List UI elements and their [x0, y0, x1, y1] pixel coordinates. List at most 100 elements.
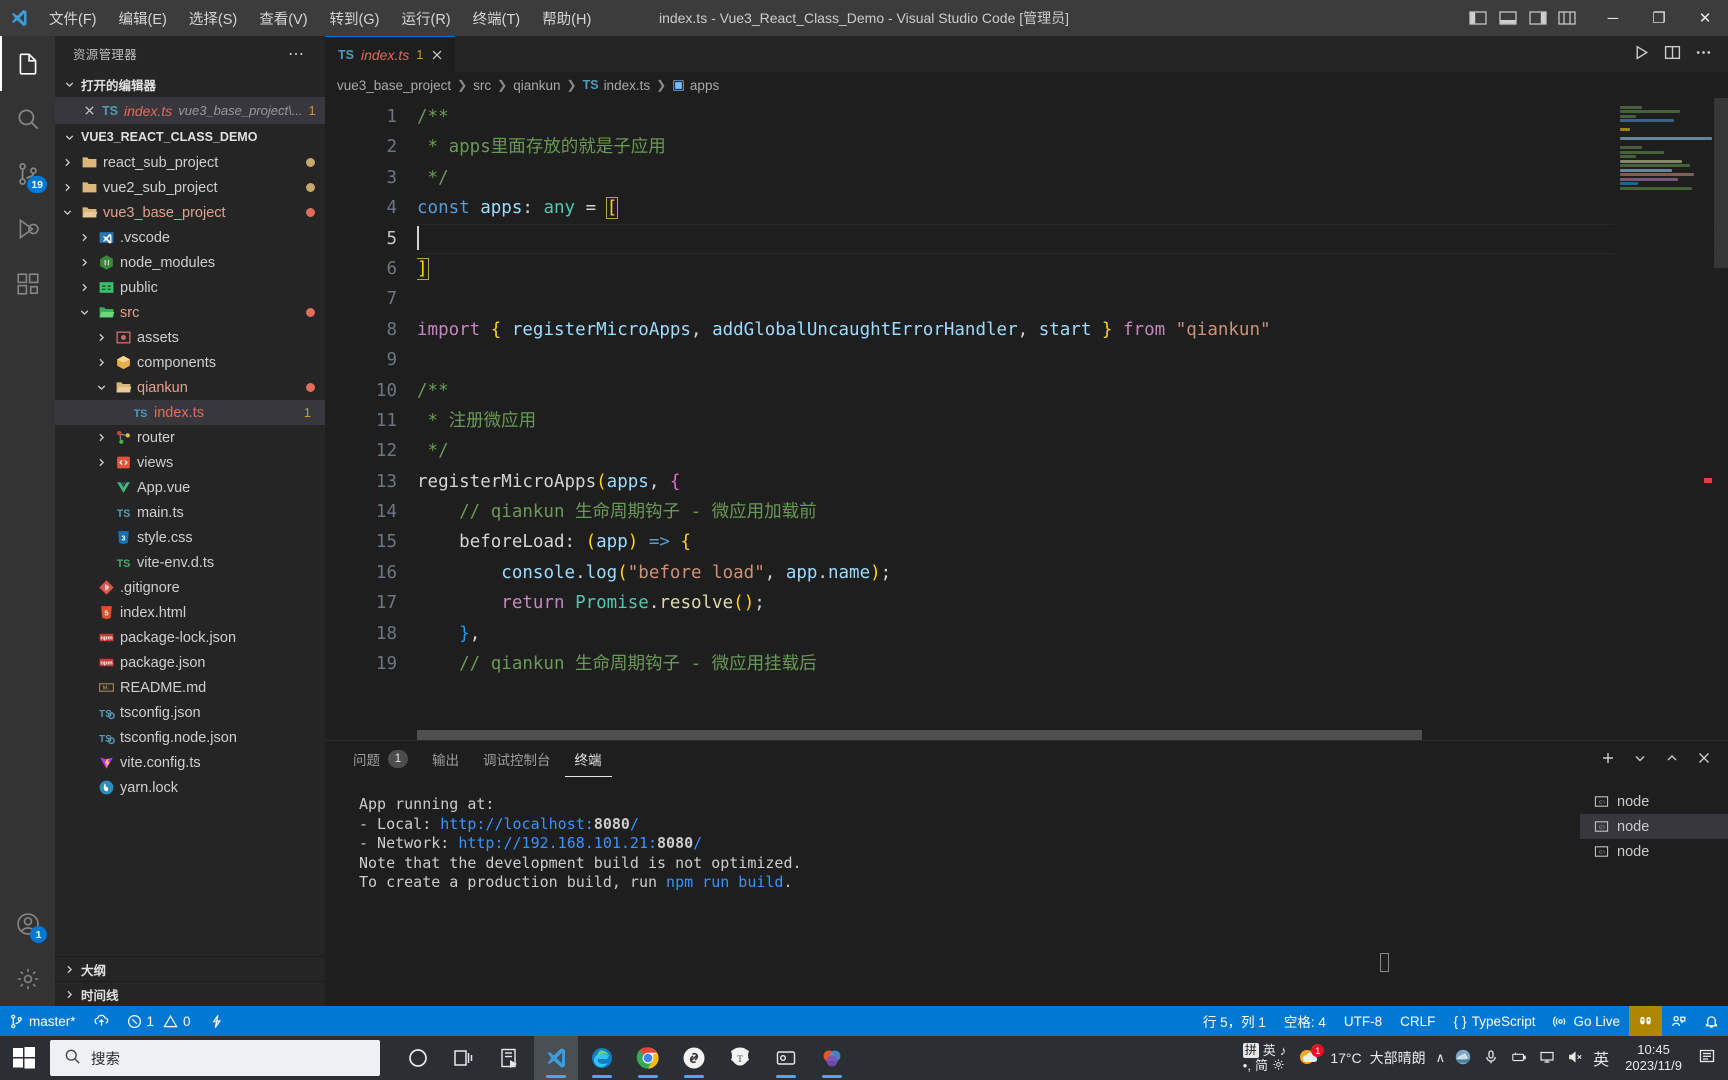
breadcrumb-item[interactable]: src	[473, 78, 491, 93]
activity-run-debug[interactable]	[0, 201, 55, 256]
taskbar-weather[interactable]: 1 17°C 大部晴朗	[1296, 1044, 1426, 1071]
tree-item-vue3-base-project[interactable]: vue3_base_project	[55, 200, 325, 225]
close-icon[interactable]	[83, 104, 96, 117]
chevron-down-icon[interactable]	[76, 306, 92, 319]
code-line[interactable]: const apps: any = [	[417, 193, 1728, 223]
run-icon[interactable]	[1633, 44, 1650, 64]
taskbar-search-box[interactable]: 搜索	[50, 1040, 380, 1076]
chevron-right-icon[interactable]	[93, 456, 109, 469]
customize-layout-icon[interactable]	[1554, 3, 1582, 33]
code-line[interactable]: registerMicroApps(apps, {	[417, 467, 1728, 497]
tree-item-qiankun[interactable]: qiankun	[55, 375, 325, 400]
toggle-primary-sidebar-icon[interactable]	[1464, 3, 1492, 33]
more-actions-icon[interactable]	[1695, 44, 1712, 64]
taskbar-edge[interactable]	[580, 1036, 624, 1080]
action-center-icon[interactable]	[1698, 1047, 1718, 1070]
tree-item-package-json[interactable]: npm package.json	[55, 650, 325, 675]
tray-ime-lang[interactable]: 英	[1593, 1046, 1609, 1070]
terminal-link[interactable]: http://localhost:	[440, 815, 594, 833]
tree-item-vue2-sub-project[interactable]: vue2_sub_project	[55, 175, 325, 200]
project-header[interactable]: VUE3_REACT_CLASS_DEMO	[55, 124, 325, 150]
code-line[interactable]: ]	[417, 254, 1728, 284]
terminal-list-item[interactable]: C:\ node	[1580, 839, 1728, 864]
terminal-output[interactable]: App running at: - Local: http://localhost…	[325, 777, 1580, 1006]
taskbar-app8[interactable]	[764, 1036, 808, 1080]
editor-tab-actions[interactable]	[1633, 36, 1728, 72]
tree-item-tsconfig-json[interactable]: TS tsconfig.json	[55, 700, 325, 725]
breadcrumb-item[interactable]: TS index.ts	[583, 78, 651, 93]
status-live-share[interactable]	[1629, 1006, 1662, 1036]
menu-terminal[interactable]: 终端(T)	[462, 0, 532, 36]
toggle-secondary-sidebar-icon[interactable]	[1524, 3, 1552, 33]
file-tree[interactable]: react_sub_project vue2_sub_project vue3_ba…	[55, 150, 325, 800]
ime-indicator[interactable]: 拼 英 ♪ •, 简	[1242, 1042, 1286, 1074]
panel-tab-problems[interactable]: 问题 1	[343, 741, 418, 777]
tray-icons[interactable]	[1455, 1049, 1583, 1068]
tree-item-package-lock-json[interactable]: npm package-lock.json	[55, 625, 325, 650]
status-ports[interactable]	[200, 1006, 233, 1036]
status-notifications[interactable]	[1695, 1006, 1728, 1036]
code-line[interactable]: // qiankun 生命周期钩子 - 微应用加载前	[417, 497, 1728, 527]
panel-tab-bar[interactable]: 问题 1 输出 调试控制台 终端	[325, 741, 1728, 777]
status-go-live[interactable]: Go Live	[1544, 1006, 1629, 1036]
code-line[interactable]: * 注册微应用	[417, 406, 1728, 436]
terminal-link[interactable]: /	[693, 834, 702, 852]
terminal-link[interactable]: /	[630, 815, 639, 833]
status-language-mode[interactable]: { } TypeScript	[1444, 1006, 1544, 1036]
close-button[interactable]: ✕	[1682, 0, 1728, 36]
code-line[interactable]: /**	[417, 376, 1728, 406]
panel-actions[interactable]	[1600, 750, 1728, 769]
gear-icon[interactable]	[1272, 1058, 1285, 1074]
tree-item-main-ts[interactable]: TS main.ts	[55, 500, 325, 525]
tray-expand-icon[interactable]: ∧	[1436, 1050, 1446, 1066]
tree-item-app-vue[interactable]: App.vue	[55, 475, 325, 500]
taskbar-vscode[interactable]	[534, 1036, 578, 1080]
panel-tab-debug-console[interactable]: 调试控制台	[473, 741, 561, 777]
taskbar-typora[interactable]: T	[718, 1036, 762, 1080]
volume-mute-icon[interactable]	[1567, 1049, 1583, 1068]
code-line[interactable]: console.log("before load", app.name);	[417, 558, 1728, 588]
tree-item-assets[interactable]: assets	[55, 325, 325, 350]
window-controls[interactable]: ─ ❐ ✕	[1464, 0, 1728, 36]
add-terminal-icon[interactable]	[1600, 750, 1616, 769]
chevron-right-icon[interactable]	[76, 281, 92, 294]
code-line[interactable]: // qiankun 生命周期钩子 - 微应用挂载后	[417, 649, 1728, 679]
activity-bar[interactable]: 19 1	[0, 36, 55, 1006]
menu-run[interactable]: 运行(R)	[390, 0, 461, 36]
tree-item-index-ts[interactable]: TS index.ts 1	[55, 400, 325, 425]
code-editor[interactable]: 1 2 3 4 5 6 7 8 9 10 11 12 13 14 15 16 17 18 19 /** * apps…	[325, 98, 1728, 740]
tree-item-views[interactable]: views	[55, 450, 325, 475]
tree-item--gitignore[interactable]: .gitignore	[55, 575, 325, 600]
network-icon[interactable]	[1539, 1049, 1555, 1068]
taskbar-task-view[interactable]	[442, 1036, 486, 1080]
tree-item-readme-md[interactable]: M↓ README.md	[55, 675, 325, 700]
status-encoding[interactable]: UTF-8	[1335, 1006, 1391, 1036]
status-sync[interactable]	[85, 1006, 118, 1036]
terminal-list-item[interactable]: C:\ node	[1580, 814, 1728, 839]
taskbar[interactable]: 搜索 T 拼 英 ♪ •, 简 1 17°C 大部晴朗 ∧ 英 10:45 20…	[0, 1036, 1728, 1080]
breadcrumb-item[interactable]: vue3_base_project	[337, 78, 451, 93]
maximize-button[interactable]: ❐	[1636, 0, 1682, 36]
maximize-panel-icon[interactable]	[1664, 750, 1680, 769]
editor-vertical-scrollbar[interactable]	[1714, 98, 1728, 740]
microphone-icon[interactable]	[1483, 1049, 1499, 1068]
code-line[interactable]: * apps里面存放的就是子应用	[417, 132, 1728, 162]
panel-tab-terminal[interactable]: 终端	[564, 741, 612, 777]
status-bar[interactable]: master* 1 0 行 5，列 1 空格: 4 UTF-8 CRLF { }…	[0, 1006, 1728, 1036]
open-editors-header[interactable]: 打开的编辑器	[55, 71, 325, 97]
tree-item--vscode[interactable]: .vscode	[55, 225, 325, 250]
sidebar-section-outline[interactable]: 大纲	[55, 956, 325, 981]
terminal-link[interactable]: http://192.168.101.21:	[458, 834, 657, 852]
chevron-right-icon[interactable]	[76, 256, 92, 269]
close-panel-icon[interactable]	[1696, 750, 1712, 769]
code-line[interactable]	[417, 284, 1728, 314]
status-problems[interactable]: 1 0	[118, 1006, 200, 1036]
code-line[interactable]: /**	[417, 102, 1728, 132]
close-icon[interactable]	[430, 48, 444, 62]
breadcrumb-item[interactable]: qiankun	[513, 78, 560, 93]
tree-item-react-sub-project[interactable]: react_sub_project	[55, 150, 325, 175]
code-content[interactable]: /** * apps里面存放的就是子应用 */ const apps: any =…	[417, 98, 1728, 740]
status-feedback[interactable]	[1662, 1006, 1695, 1036]
taskbar-notes[interactable]	[488, 1036, 532, 1080]
tree-item-index-html[interactable]: 5 index.html	[55, 600, 325, 625]
